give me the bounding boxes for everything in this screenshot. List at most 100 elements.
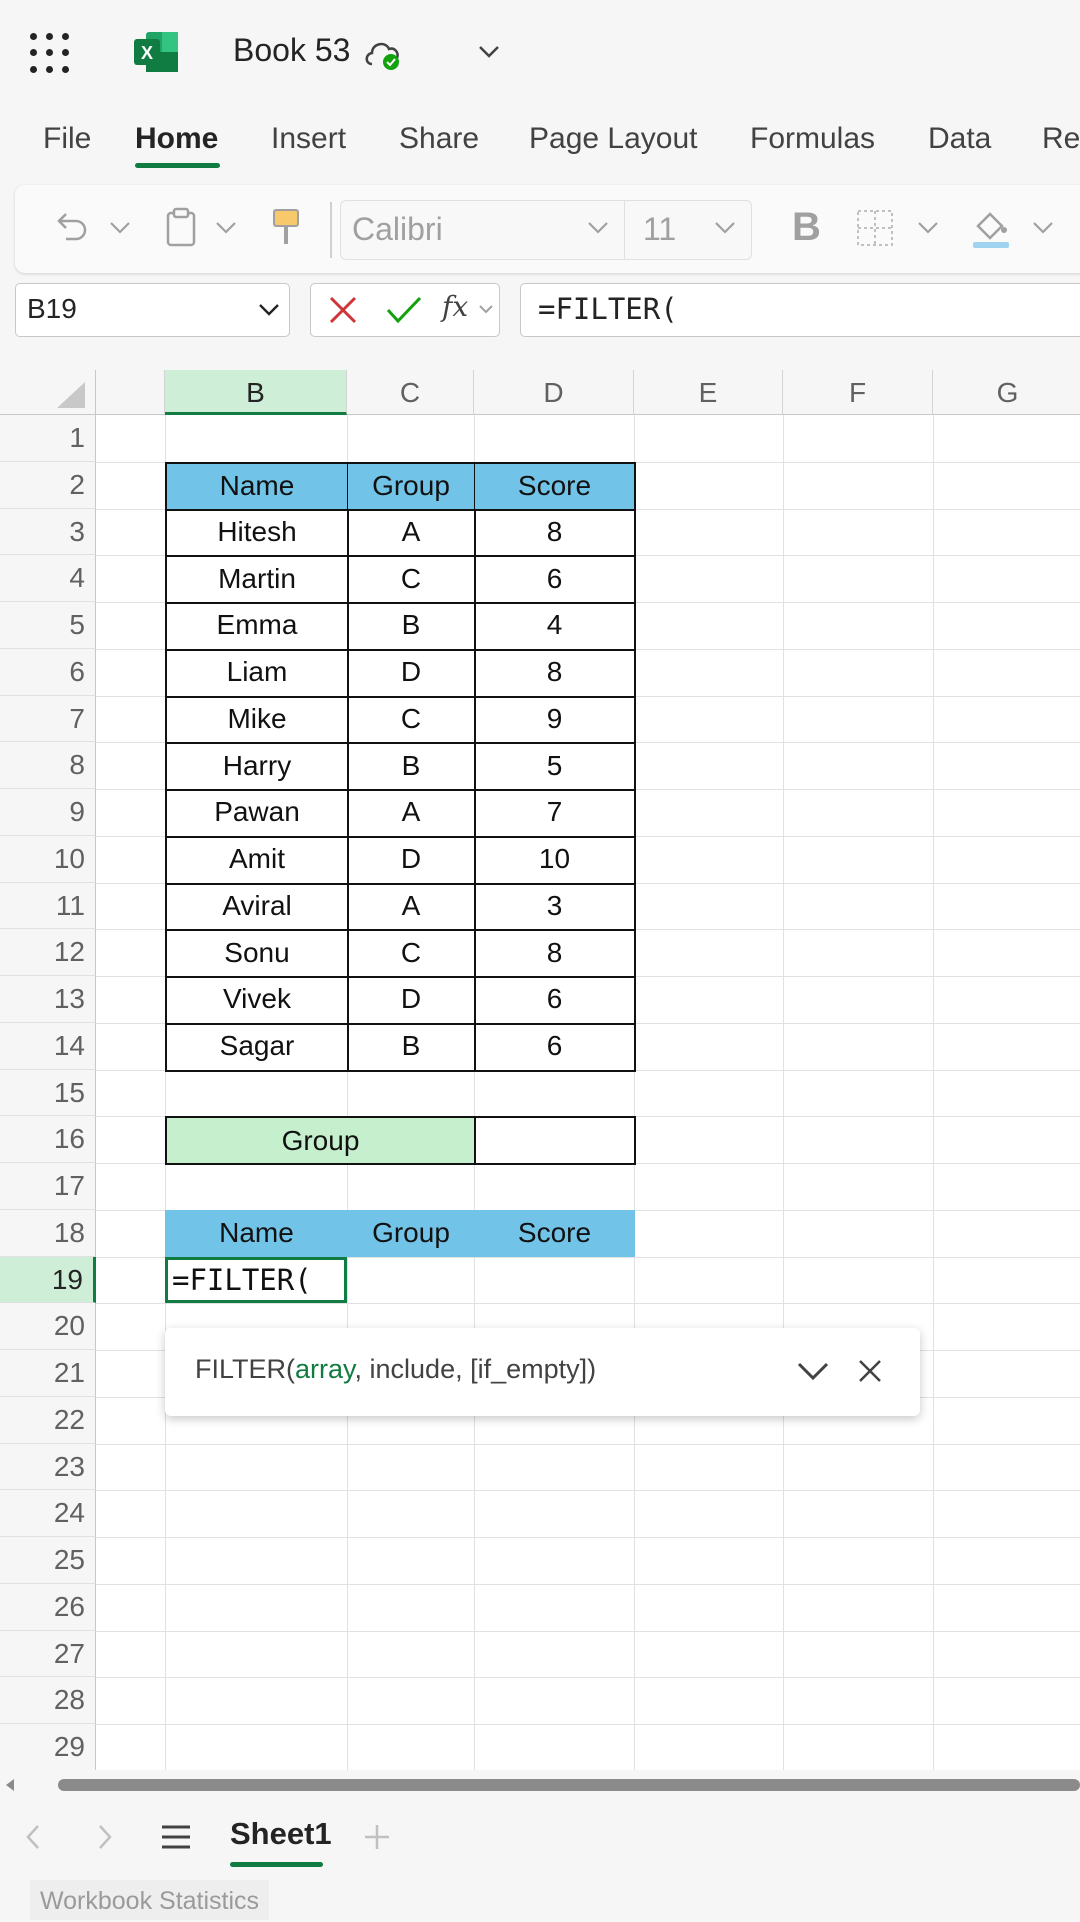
fx-dropdown-icon[interactable] (478, 302, 494, 316)
table-cell[interactable]: 10 (474, 835, 636, 885)
table-cell[interactable]: Martin (165, 555, 349, 604)
app-launcher-icon[interactable] (30, 33, 70, 73)
table-cell[interactable]: B (347, 742, 476, 791)
tab-data[interactable]: Data (928, 122, 991, 156)
table-cell[interactable]: 3 (474, 882, 636, 932)
paste-dropdown-icon[interactable] (213, 218, 239, 238)
row-header-18[interactable]: 18 (0, 1209, 96, 1257)
font-size-dropdown-icon[interactable] (712, 218, 738, 238)
table-cell[interactable]: 8 (474, 929, 636, 978)
row-header-29[interactable]: 29 (0, 1724, 96, 1770)
font-size-select[interactable]: 11 (643, 211, 676, 248)
chevron-down-icon[interactable] (476, 40, 502, 62)
cancel-entry-icon[interactable] (325, 292, 361, 328)
spreadsheet-grid[interactable]: B C D E F G 1 2 3 4 5 6 7 8 9 10 11 12 13 14 15 16 17 18 1… (0, 370, 1080, 1770)
table-cell[interactable]: Vivek (165, 976, 349, 1025)
confirm-entry-icon[interactable] (384, 292, 424, 328)
row-header-27[interactable]: 27 (0, 1630, 96, 1678)
undo-dropdown-icon[interactable] (107, 218, 133, 238)
tab-formulas[interactable]: Formulas (750, 122, 875, 156)
row-header-12[interactable]: 12 (0, 929, 96, 976)
sheet-tab-sheet1[interactable]: Sheet1 (230, 1816, 332, 1852)
column-header-f[interactable]: F (783, 370, 933, 415)
table-cell[interactable]: Liam (165, 648, 349, 698)
cloud-saved-icon[interactable] (362, 34, 408, 74)
row-header-25[interactable]: 25 (0, 1537, 96, 1584)
borders-dropdown-icon[interactable] (915, 218, 941, 238)
table-cell[interactable]: 6 (474, 976, 636, 1025)
table-header-cell[interactable]: Name (165, 461, 349, 511)
table-cell[interactable]: 6 (474, 555, 636, 604)
book-title[interactable]: Book 53 (233, 32, 350, 69)
criteria-label[interactable]: Group (165, 1116, 476, 1165)
active-cell-b19[interactable]: =FILTER( (165, 1256, 347, 1304)
row-header-16[interactable]: 16 (0, 1116, 96, 1163)
table-cell[interactable]: D (347, 976, 476, 1025)
table-cell[interactable]: Pawan (165, 789, 349, 838)
row-header-23[interactable]: 23 (0, 1443, 96, 1491)
tab-review[interactable]: Re (1042, 122, 1080, 156)
criteria-value-input[interactable] (474, 1116, 636, 1165)
tab-file[interactable]: File (43, 122, 91, 156)
row-header-22[interactable]: 22 (0, 1396, 96, 1444)
result-header-cell[interactable]: Name (165, 1209, 348, 1257)
undo-icon[interactable] (50, 207, 90, 247)
row-header-9[interactable]: 9 (0, 789, 96, 836)
name-box-dropdown-icon[interactable] (256, 300, 282, 320)
table-cell[interactable]: 7 (474, 789, 636, 838)
close-tooltip-icon[interactable] (855, 1356, 885, 1386)
row-header-28[interactable]: 28 (0, 1677, 96, 1724)
table-cell[interactable]: Emma (165, 602, 349, 651)
column-header-g[interactable]: G (933, 370, 1080, 415)
table-cell[interactable]: D (347, 648, 476, 698)
all-sheets-menu-icon[interactable] (160, 1824, 192, 1850)
row-header-17[interactable]: 17 (0, 1163, 96, 1210)
column-header-d[interactable]: D (474, 370, 634, 415)
table-cell[interactable]: Sonu (165, 929, 349, 978)
bold-button[interactable]: B (792, 205, 821, 250)
column-header-c[interactable]: C (347, 370, 474, 415)
row-header-15[interactable]: 15 (0, 1069, 96, 1117)
row-header-11[interactable]: 11 (0, 882, 96, 930)
table-cell[interactable]: Amit (165, 835, 349, 885)
row-header-4[interactable]: 4 (0, 555, 96, 602)
scroll-left-icon[interactable] (4, 1777, 16, 1793)
row-header-21[interactable]: 21 (0, 1350, 96, 1397)
row-header-24[interactable]: 24 (0, 1490, 96, 1537)
row-header-26[interactable]: 26 (0, 1583, 96, 1631)
table-cell[interactable]: 8 (474, 648, 636, 698)
row-header-10[interactable]: 10 (0, 835, 96, 883)
select-all-corner[interactable] (0, 370, 96, 415)
row-header-2[interactable]: 2 (0, 461, 96, 509)
font-name-dropdown-icon[interactable] (585, 218, 611, 238)
table-cell[interactable]: D (347, 835, 476, 885)
tab-home[interactable]: Home (135, 122, 218, 156)
table-cell[interactable]: 4 (474, 602, 636, 651)
result-header-cell[interactable]: Score (474, 1209, 635, 1257)
clipboard-paste-icon[interactable] (163, 206, 199, 248)
row-header-7[interactable]: 7 (0, 695, 96, 743)
tab-insert[interactable]: Insert (271, 122, 346, 156)
table-cell[interactable]: 8 (474, 508, 636, 558)
tab-share[interactable]: Share (399, 122, 479, 156)
table-cell[interactable]: Aviral (165, 882, 349, 932)
column-header-e[interactable]: E (634, 370, 783, 415)
insert-function-icon[interactable]: fx (442, 290, 468, 323)
table-cell[interactable]: Hitesh (165, 508, 349, 558)
row-header-6[interactable]: 6 (0, 648, 96, 696)
table-header-cell[interactable]: Group (347, 461, 476, 511)
table-cell[interactable]: C (347, 929, 476, 978)
column-header-b[interactable]: B (165, 370, 347, 415)
table-cell[interactable]: B (347, 1022, 476, 1072)
table-cell[interactable]: 6 (474, 1022, 636, 1072)
table-cell[interactable]: A (347, 789, 476, 838)
fill-color-icon[interactable] (970, 206, 1012, 250)
column-header-a[interactable] (96, 370, 165, 415)
table-cell[interactable]: C (347, 555, 476, 604)
previous-sheet-icon[interactable] (22, 1822, 46, 1852)
format-painter-icon[interactable] (270, 206, 302, 248)
table-cell[interactable]: 5 (474, 742, 636, 791)
font-name-select[interactable]: Calibri (352, 211, 443, 248)
row-header-5[interactable]: 5 (0, 602, 96, 649)
workbook-statistics-button[interactable]: Workbook Statistics (30, 1880, 270, 1920)
